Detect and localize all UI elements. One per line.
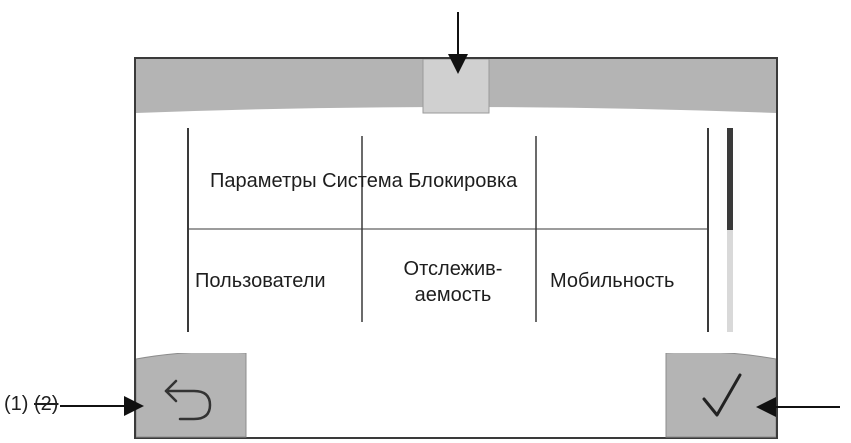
callout-labels: (1) (2): [4, 393, 58, 416]
callout-1: (1): [4, 393, 29, 415]
annotation-arrows: [60, 12, 840, 417]
callout-2: (2): [34, 393, 59, 415]
